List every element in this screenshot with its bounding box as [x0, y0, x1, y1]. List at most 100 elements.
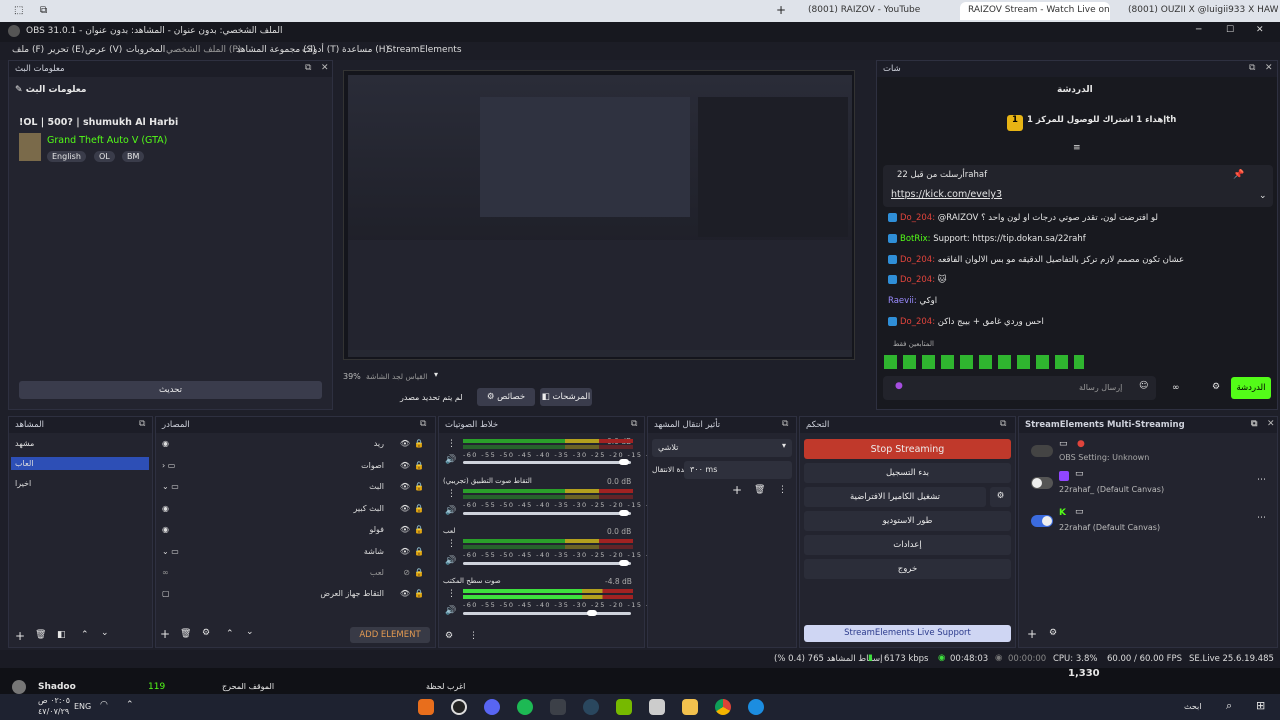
float-icon[interactable]: ⧉: [305, 63, 311, 73]
lock-icon[interactable]: 🔒: [414, 482, 424, 491]
language-indicator[interactable]: ENG: [74, 702, 91, 711]
close-icon[interactable]: ✕: [1265, 63, 1273, 73]
speaker-icon[interactable]: 🔊: [445, 606, 456, 616]
obs-icon[interactable]: [451, 699, 467, 715]
float-icon[interactable]: ⧉: [139, 419, 145, 429]
volume-slider[interactable]: [463, 512, 631, 515]
zoom-level[interactable]: 39%: [343, 372, 361, 381]
wifi-icon[interactable]: ◠: [100, 700, 108, 710]
source-item[interactable]: ∞ لعب ⊘ 🔒: [162, 568, 428, 577]
move-down-icon[interactable]: ⌄: [101, 628, 109, 638]
lock-icon[interactable]: 🔒: [414, 525, 424, 534]
game-name[interactable]: Grand Theft Auto V (GTA): [47, 135, 167, 146]
speaker-icon[interactable]: 🔊: [445, 556, 456, 566]
trash-icon[interactable]: 🗑: [35, 630, 46, 640]
chevron-up-icon[interactable]: ⌃: [126, 700, 134, 710]
eye-icon[interactable]: 👁: [400, 482, 410, 491]
settings-gear-icon[interactable]: [550, 699, 566, 715]
toggle-switch[interactable]: [1031, 445, 1053, 457]
connections-icon[interactable]: ∞: [1172, 383, 1180, 393]
studio-mode-button[interactable]: طور الاستوديو: [804, 511, 1011, 531]
chat-input[interactable]: إرسال رسالة ● ☺: [883, 376, 1156, 400]
lock-icon[interactable]: 🔒: [414, 547, 424, 556]
start-recording-button[interactable]: بدء التسجيل: [804, 463, 1011, 483]
search-icon[interactable]: ⌕: [1226, 699, 1232, 713]
eye-icon[interactable]: 👁: [400, 439, 410, 448]
toggle-switch[interactable]: [1031, 515, 1053, 527]
add-icon[interactable]: +: [15, 629, 25, 643]
tab-actions-icon[interactable]: ⧉: [40, 5, 47, 16]
properties-button[interactable]: ⚙ خصائص: [477, 388, 535, 406]
virtual-camera-button[interactable]: تشغيل الكاميرا الافتراضية: [804, 487, 986, 507]
steam-icon[interactable]: [583, 699, 599, 715]
close-icon[interactable]: ✕: [1267, 419, 1275, 429]
move-up-icon[interactable]: ⌃: [81, 630, 89, 640]
new-tab-button[interactable]: +: [776, 3, 786, 17]
more-icon[interactable]: ⋮: [447, 589, 456, 599]
chat-username[interactable]: Do_204:: [900, 317, 935, 327]
preview-canvas[interactable]: [343, 70, 855, 360]
stop-streaming-button[interactable]: Stop Streaming: [804, 439, 1011, 459]
video-title[interactable]: الموقف المحرج: [222, 682, 274, 691]
move-up-icon[interactable]: ⌃: [226, 629, 234, 639]
maximize-button[interactable]: ☐: [1226, 25, 1234, 35]
filters-button[interactable]: ◧ المرشحات: [540, 388, 592, 406]
float-icon[interactable]: ⧉: [1249, 63, 1255, 73]
nvidia-icon[interactable]: [616, 699, 632, 715]
collapse-icon[interactable]: ⌄: [162, 482, 169, 491]
volume-slider[interactable]: [463, 461, 631, 464]
discord-icon[interactable]: [484, 699, 500, 715]
settings-icon[interactable]: ⚙: [1212, 382, 1220, 392]
chat-send-button[interactable]: الدردشة: [1231, 377, 1271, 399]
settings-button[interactable]: إعدادات: [804, 535, 1011, 555]
source-item[interactable]: ⌄ ▭ البث 👁 🔒: [162, 482, 428, 491]
source-item[interactable]: › ▭ اصوات 👁 🔒: [162, 461, 428, 470]
lock-icon[interactable]: 🔒: [414, 504, 424, 513]
menu-streamelements[interactable]: StreamElements: [387, 45, 462, 55]
eye-icon[interactable]: 👁: [400, 461, 410, 470]
close-button[interactable]: ✕: [1256, 25, 1264, 35]
eye-icon[interactable]: 👁: [400, 525, 410, 534]
more-icon[interactable]: ⋮: [469, 631, 478, 641]
collapse-icon[interactable]: ⌄: [162, 547, 169, 556]
browser-tab-youtube[interactable]: (8001) RAIZOV - YouTube: [800, 2, 950, 20]
lock-icon[interactable]: 🔒: [414, 589, 424, 598]
browser-tab-youtube-2[interactable]: (8001) OUZII X @luigii933 X HAW: [1120, 2, 1278, 20]
edge-icon[interactable]: [748, 699, 764, 715]
eye-hidden-icon[interactable]: ⊘: [403, 568, 410, 577]
eye-icon[interactable]: 👁: [400, 504, 410, 513]
se-live-support-button[interactable]: StreamElements Live Support: [804, 625, 1011, 642]
menu-view[interactable]: عرض (V): [85, 45, 122, 55]
source-item[interactable]: ◉ البث كبير 👁 🔒: [162, 504, 428, 513]
menu-tools[interactable]: أدوات (T): [302, 45, 339, 55]
more-icon[interactable]: ⋮: [778, 485, 787, 495]
virtual-camera-settings-button[interactable]: ⚙: [990, 487, 1011, 507]
more-icon[interactable]: ⋯: [1257, 513, 1266, 523]
menu-docks[interactable]: المخروبات: [126, 45, 165, 55]
chrome-icon[interactable]: [715, 699, 731, 715]
chat-username[interactable]: BotRix:: [900, 234, 931, 244]
volume-slider[interactable]: [463, 612, 631, 615]
float-icon[interactable]: ⧉: [631, 419, 637, 429]
more-icon[interactable]: ⋮: [447, 489, 456, 499]
update-button[interactable]: تحديث: [19, 381, 322, 399]
scene-item[interactable]: العاب: [11, 457, 149, 470]
float-icon[interactable]: ⧉: [782, 419, 788, 429]
volume-knob[interactable]: [619, 560, 629, 566]
scene-item[interactable]: اخيرا: [15, 479, 147, 488]
scale-dropdown-icon[interactable]: ▾: [434, 370, 438, 379]
add-element-button[interactable]: ADD ELEMENT: [350, 627, 430, 643]
pin-icon[interactable]: 📌: [1233, 170, 1244, 180]
exit-button[interactable]: خروج: [804, 559, 1011, 579]
minimize-button[interactable]: ─: [1196, 25, 1201, 35]
browser-tab-kick[interactable]: RAIZOV Stream - Watch Live on Kick: [960, 2, 1110, 20]
lock-icon[interactable]: 🔒: [414, 568, 424, 577]
volume-knob[interactable]: [619, 459, 629, 465]
volume-knob[interactable]: [587, 610, 597, 616]
add-icon[interactable]: +: [160, 627, 170, 641]
app-icon[interactable]: [418, 699, 434, 715]
trash-icon[interactable]: 🗑: [754, 485, 765, 495]
source-item[interactable]: ⌄ ▭ شاشة 👁 🔒: [162, 547, 428, 556]
source-item[interactable]: ◉ فولو 👁 🔒: [162, 525, 428, 534]
more-icon[interactable]: ⋮: [447, 539, 456, 549]
